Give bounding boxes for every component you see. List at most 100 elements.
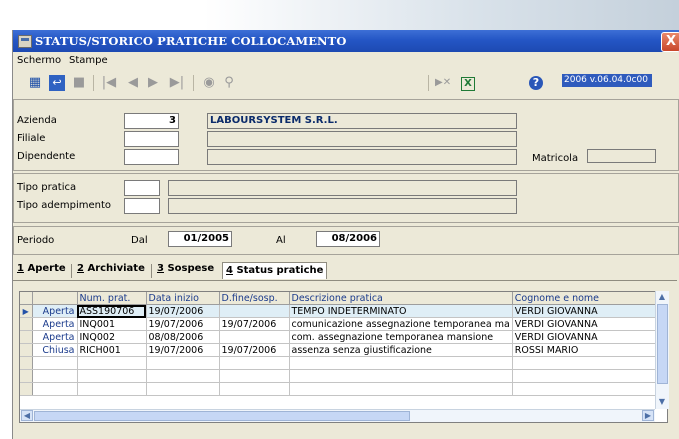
row-indicator: ▶ (20, 304, 33, 318)
row-cognome-nome[interactable]: VERDI GIOVANNA (512, 317, 663, 331)
scroll-left-icon[interactable]: ◀ (21, 410, 33, 421)
matricola-field (587, 149, 656, 163)
table-row-empty (20, 382, 663, 396)
menu-schermo[interactable]: Schermo (17, 55, 61, 66)
close-button[interactable]: X (661, 32, 679, 52)
tab-aperte-label: Aperte (27, 263, 66, 274)
dipendente-field[interactable] (124, 149, 179, 165)
row-descrizione[interactable]: comunicazione assegnazione temporanea ma (289, 317, 513, 331)
row-descrizione[interactable]: TEMPO INDETERMINATO (289, 304, 513, 318)
horizontal-scroll-thumb[interactable] (34, 411, 410, 421)
row-status: Aperta (32, 317, 78, 331)
app-window: STATUS/STORICO PRATICHE COLLOCAMENTO X S… (12, 30, 679, 439)
row-data-fine[interactable]: 19/07/2006 (219, 317, 290, 331)
filiale-label: Filiale (17, 133, 46, 144)
menu-bar: Schermo Stampe (13, 52, 679, 69)
toolbar-separator (428, 75, 429, 91)
tab-sospese[interactable]: 3 Sospese (157, 263, 214, 274)
table-row-empty (20, 369, 663, 383)
tab-status-pratiche-number: 4 (226, 265, 233, 276)
header-cognome-nome[interactable]: Cognome e nome (512, 292, 663, 305)
row-cognome-nome[interactable]: ROSSI MARIO (512, 343, 663, 357)
row-num-prat[interactable]: RICH001 (77, 343, 147, 357)
header-num-prat[interactable]: Num. prat. (77, 292, 147, 305)
row-indicator (20, 317, 33, 331)
previous-record-icon[interactable]: ◀ (125, 75, 141, 91)
row-num-prat[interactable]: ASS190706 (77, 304, 147, 318)
header-status (32, 292, 78, 305)
filiale-field[interactable] (124, 131, 179, 147)
tipo-adempimento-label: Tipo adempimento (17, 200, 111, 211)
excel-icon[interactable]: X (461, 77, 475, 91)
title-bar[interactable]: STATUS/STORICO PRATICHE COLLOCAMENTO X (13, 30, 679, 52)
table-header-row: Num. prat. Data inizio D.fine/sosp. Desc… (20, 292, 663, 305)
row-data-inizio[interactable]: 08/08/2006 (146, 330, 220, 344)
binoculars-icon[interactable]: ◉ (201, 75, 217, 91)
app-icon (18, 35, 32, 48)
last-record-icon[interactable]: ▶| (169, 75, 185, 91)
row-data-inizio[interactable]: 19/07/2006 (146, 304, 220, 318)
row-data-fine[interactable] (219, 330, 290, 344)
row-data-inizio[interactable]: 19/07/2006 (146, 317, 220, 331)
table-row-empty (20, 356, 663, 370)
table-row[interactable]: Aperta INQ001 19/07/2006 19/07/2006 comu… (20, 317, 663, 331)
row-data-fine[interactable] (219, 304, 290, 318)
vertical-scrollbar[interactable]: ▲ ▼ (655, 291, 669, 409)
row-data-fine[interactable]: 19/07/2006 (219, 343, 290, 357)
delete-icon[interactable]: ▶✕ (435, 75, 451, 91)
row-num-prat[interactable]: INQ001 (77, 317, 147, 331)
folder-icon[interactable]: ■ (71, 75, 87, 91)
scroll-down-icon[interactable]: ▼ (656, 397, 668, 408)
tab-archiviate[interactable]: 2 Archiviate (77, 263, 145, 274)
tipo-pratica-description-field (168, 180, 517, 196)
help-icon[interactable]: ? (529, 76, 543, 90)
header-data-fine[interactable]: D.fine/sosp. (219, 292, 290, 305)
row-descrizione[interactable]: com. assegnazione temporanea mansione (289, 330, 513, 344)
back-icon[interactable]: ↩ (49, 75, 65, 91)
tab-archiviate-number: 2 (77, 263, 84, 274)
version-label: 2006 v.06.04.0c00 (562, 74, 652, 87)
dal-field[interactable]: 01/2005 (168, 231, 232, 247)
scroll-right-icon[interactable]: ▶ (642, 410, 654, 421)
row-data-inizio[interactable]: 19/07/2006 (146, 343, 220, 357)
header-descrizione[interactable]: Descrizione pratica (289, 292, 513, 305)
tab-separator (71, 264, 72, 278)
table-row[interactable]: Chiusa RICH001 19/07/2006 19/07/2006 ass… (20, 343, 663, 357)
vertical-scroll-thumb[interactable] (657, 304, 668, 384)
desktop-background (0, 0, 679, 30)
scroll-up-icon[interactable]: ▲ (656, 292, 668, 303)
tipo-adempimento-field[interactable] (124, 198, 160, 214)
save-icon[interactable]: ▦ (27, 75, 43, 91)
al-field[interactable]: 08/2006 (316, 231, 380, 247)
next-record-icon[interactable]: ▶ (145, 75, 161, 91)
horizontal-scrollbar[interactable]: ◀ ▶ (20, 409, 655, 422)
toolbar-separator (93, 75, 94, 91)
azienda-name: LABOURSYSTEM S.R.L. (210, 115, 338, 126)
tipo-adempimento-description-field (168, 198, 517, 214)
matricola-label: Matricola (532, 153, 579, 164)
first-record-icon[interactable]: |◀ (101, 75, 117, 91)
header-indicator (20, 292, 33, 305)
search-icon[interactable]: ⚲ (221, 75, 237, 91)
tipo-pratica-label: Tipo pratica (17, 182, 77, 193)
tab-panel-border (13, 280, 677, 281)
tipo-pratica-field[interactable] (124, 180, 160, 196)
table-row[interactable]: ▶ Aperta ASS190706 19/07/2006 TEMPO INDE… (20, 304, 663, 318)
row-indicator (20, 343, 33, 357)
header-data-inizio[interactable]: Data inizio (146, 292, 220, 305)
menu-stampe[interactable]: Stampe (69, 55, 108, 66)
row-status: Aperta (32, 330, 78, 344)
row-cognome-nome[interactable]: VERDI GIOVANNA (512, 330, 663, 344)
tab-aperte[interactable]: 1 Aperte (17, 263, 66, 274)
tab-status-pratiche[interactable]: 4 Status pratiche (222, 262, 328, 279)
dipendente-label: Dipendente (17, 151, 76, 162)
azienda-code-field[interactable]: 3 (124, 113, 179, 129)
row-descrizione[interactable]: assenza senza giustificazione (289, 343, 513, 357)
azienda-label: Azienda (17, 115, 57, 126)
row-num-prat[interactable]: INQ002 (77, 330, 147, 344)
periodo-label: Periodo (17, 235, 55, 246)
tab-status-pratiche-label: Status pratiche (236, 265, 324, 276)
table-row[interactable]: Aperta INQ002 08/08/2006 com. assegnazio… (20, 330, 663, 344)
row-cognome-nome[interactable]: VERDI GIOVANNA (512, 304, 663, 318)
al-label: Al (276, 235, 286, 246)
